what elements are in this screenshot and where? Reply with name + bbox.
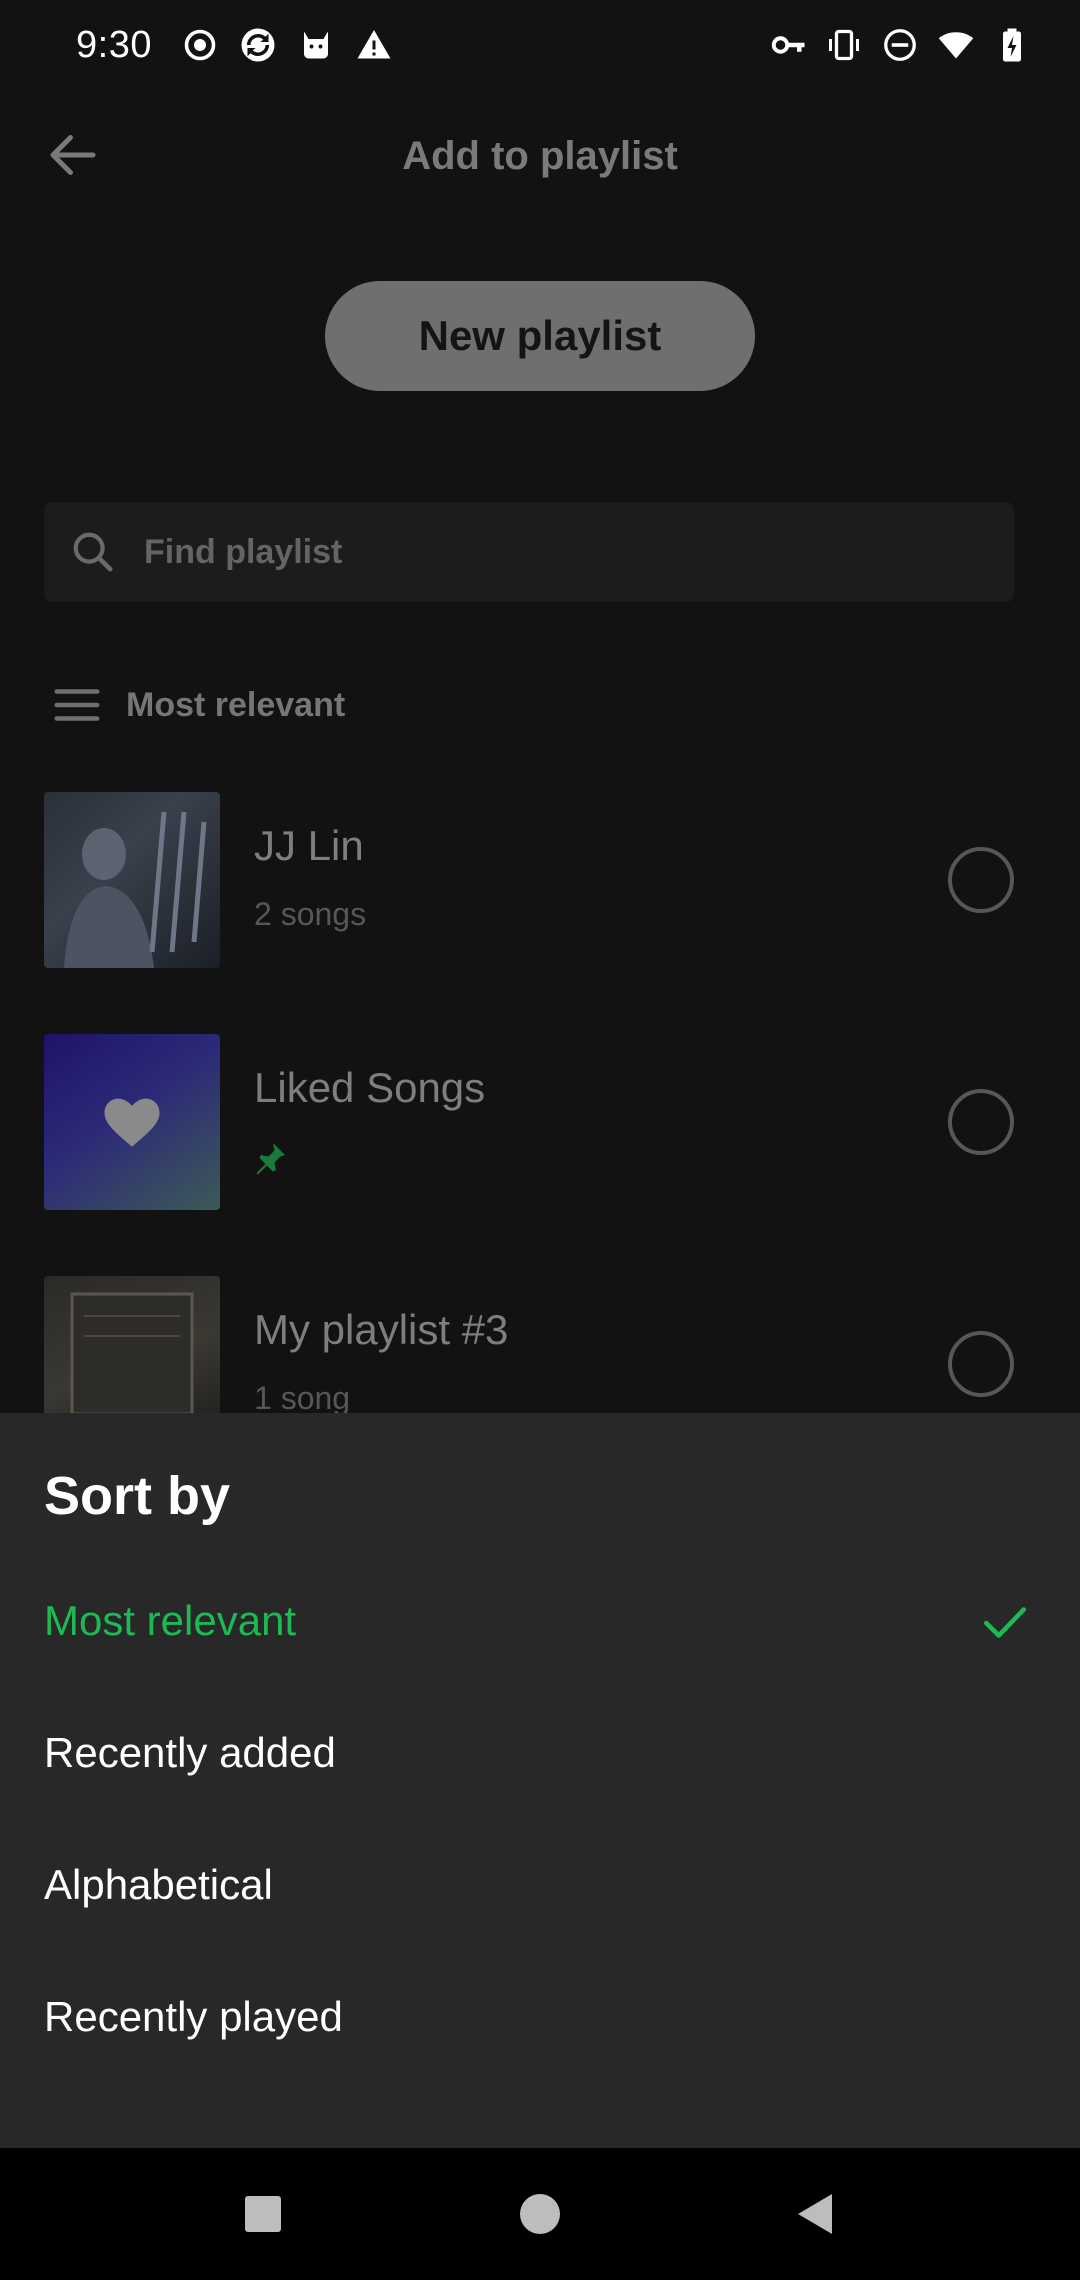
playlist-subtitle: 2 songs <box>254 896 367 932</box>
sort-lines-icon <box>54 689 100 721</box>
search-icon <box>73 532 113 572</box>
status-right-icons <box>770 27 1030 63</box>
sort-toggle[interactable]: Most relevant <box>50 672 345 738</box>
sort-current-label: Most relevant <box>126 685 346 724</box>
heart-icon <box>104 1098 160 1147</box>
playlist-title: JJ Lin <box>254 822 364 869</box>
recents-button[interactable] <box>229 2180 297 2248</box>
system-nav-bar <box>0 2148 1080 2280</box>
recents-square-icon <box>245 2196 281 2232</box>
search-placeholder: Find playlist <box>144 532 343 571</box>
app-bar: Add to playlist <box>0 90 1080 230</box>
playlist-title: My playlist #3 <box>254 1306 509 1353</box>
select-radio[interactable] <box>948 1331 1014 1397</box>
playlist-title: Liked Songs <box>254 1064 486 1111</box>
playlist-cover-image <box>44 1034 220 1210</box>
playlist-subtitle: 1 song <box>254 1380 351 1416</box>
wifi-icon <box>938 27 974 63</box>
sort-option-most-relevant[interactable]: Most relevant <box>0 1555 1080 1687</box>
warning-icon <box>356 27 392 63</box>
sort-option-label: Recently played <box>44 1993 343 2040</box>
do-not-disturb-icon <box>882 27 918 63</box>
sort-option-recently-added[interactable]: Recently added <box>0 1687 1080 1819</box>
sort-option-label: Most relevant <box>44 1597 297 1644</box>
select-radio[interactable] <box>948 847 1014 913</box>
home-button[interactable] <box>506 2180 574 2248</box>
check-icon <box>983 1607 1027 1638</box>
page-title: Add to playlist <box>402 134 678 178</box>
sort-option-label: Alphabetical <box>44 1861 273 1908</box>
status-left-icons <box>182 27 392 63</box>
pin-icon <box>256 1143 285 1175</box>
back-triangle-icon <box>798 2194 832 2234</box>
playlist-cover-image <box>44 792 220 968</box>
sync-icon <box>240 27 276 63</box>
find-playlist-input[interactable]: Find playlist <box>44 502 1014 602</box>
sort-option-label: Recently added <box>44 1729 336 1776</box>
record-icon <box>182 27 218 63</box>
playlist-item-liked-songs[interactable]: Liked Songs <box>0 1034 1080 1210</box>
home-circle-icon <box>520 2194 560 2234</box>
cat-icon <box>298 27 334 63</box>
vpn-key-icon <box>770 27 806 63</box>
sheet-title: Sort by <box>44 1466 231 1526</box>
new-playlist-button[interactable]: New playlist <box>325 281 755 391</box>
status-bar: 9:30 <box>0 0 1080 90</box>
playlist-item-jj-lin[interactable]: JJ Lin 2 songs <box>0 792 1080 968</box>
status-time: 9:30 <box>76 23 152 66</box>
sort-by-sheet: Sort by Most relevant Recently added Alp… <box>0 1413 1080 2148</box>
system-back-button[interactable] <box>782 2180 850 2248</box>
sort-option-recently-played[interactable]: Recently played <box>0 1951 1080 2083</box>
sort-option-alphabetical[interactable]: Alphabetical <box>0 1819 1080 1951</box>
vibrate-icon <box>826 27 862 63</box>
battery-charging-icon <box>994 27 1030 63</box>
select-radio[interactable] <box>948 1089 1014 1155</box>
